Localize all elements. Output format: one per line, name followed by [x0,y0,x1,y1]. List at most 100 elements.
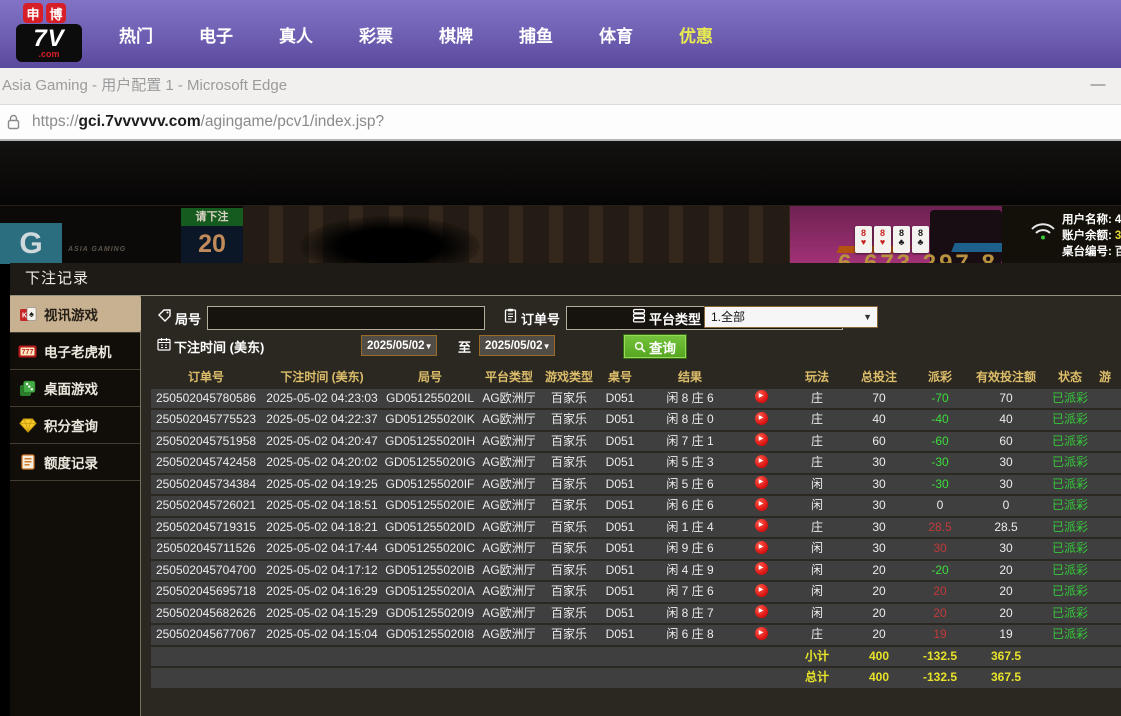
cell-valid: 40 [971,410,1041,430]
cell-result: 闲 6 庄 8 [643,625,737,645]
column-header-table: 桌号 [597,368,643,388]
play-video-icon[interactable]: ▶ [755,390,768,403]
cell-platform: AG欧洲厅 [477,518,541,538]
cell-status: 已派彩 [1041,539,1099,559]
cell-payout: -40 [909,410,971,430]
nav-item-8[interactable]: 优惠 [656,22,736,47]
cell-game: 百家乐 [541,625,597,645]
play-video-icon[interactable]: ▶ [755,519,768,532]
sidebar-item-label: 电子老虎机 [44,341,112,361]
cell-platform: AG欧洲厅 [477,410,541,430]
cell-extra [1099,518,1121,538]
cell-play: ▶ [737,410,785,430]
cell-method: 庄 [785,410,849,430]
cell-time: 2025-05-02 04:15:04 [261,625,383,645]
play-video-icon[interactable]: ▶ [755,412,768,425]
bet-countdown-panel: 请下注 20 [181,208,243,264]
svg-text:K: K [21,312,26,319]
cell-play: ▶ [737,518,785,538]
footer-cell-round [383,668,477,688]
player-info-row: 用户名称:400 [1062,212,1121,228]
sidebar-item-4[interactable]: 积分查询 [10,407,140,444]
logo-badges: 申 博 [23,3,90,23]
cell-round: GD051255020IF [383,475,477,495]
nav-item-7[interactable]: 体育 [576,22,656,47]
footer-cell-status [1041,668,1099,688]
sidebar-item-label: 桌面游戏 [44,378,98,398]
logo-tld: .com [38,50,59,59]
clipboard-icon [504,308,517,328]
logo-box: 7V .com [16,24,82,62]
column-header-order: 订单号 [151,368,261,388]
page-dark-area [0,141,1121,205]
column-header-payout: 派彩 [909,368,971,388]
nav-item-1[interactable]: 热门 [96,22,176,47]
cell-round: GD051255020ID [383,518,477,538]
date-to-select[interactable]: 2025/05/02 ▼ [479,335,555,356]
footer-cell-valid: 367.5 [971,668,1041,688]
nav-item-2[interactable]: 电子 [176,22,256,47]
bet-time-filter-label: 下注时间 (美东) [174,337,264,356]
play-video-icon[interactable]: ▶ [755,455,768,468]
cell-time: 2025-05-02 04:19:25 [261,475,383,495]
sidebar-item-1[interactable]: K♠ 视讯游戏 [10,296,140,333]
play-video-icon[interactable]: ▶ [755,627,768,640]
sidebar-item-5[interactable]: 额度记录 [10,444,140,481]
sidebar-item-label: 视讯游戏 [44,304,98,324]
table-row: 2505020457047002025-05-02 04:17:12GD0512… [151,561,1121,581]
footer-cell-order [151,668,261,688]
cell-play: ▶ [737,561,785,581]
footer-cell-result [643,647,737,667]
cell-table: D051 [597,582,643,602]
cell-platform: AG欧洲厅 [477,453,541,473]
cell-order: 250502045751958 [151,432,261,452]
cell-status: 已派彩 [1041,518,1099,538]
browser-url-bar[interactable]: https://gci.7vvvvvv.com/agingame/pcv1/in… [0,105,1121,141]
sidebar-item-3[interactable]: 桌面游戏 [10,370,140,407]
site-logo[interactable]: 申 博 7V .com [16,3,90,65]
nav-item-6[interactable]: 捕鱼 [496,22,576,47]
player-info-label: 桌台编号: [1062,246,1112,258]
play-video-icon[interactable]: ▶ [755,476,768,489]
cell-order: 250502045726021 [151,496,261,516]
play-video-icon[interactable]: ▶ [755,433,768,446]
nav-item-4[interactable]: 彩票 [336,22,416,47]
cell-round: GD051255020IG [383,453,477,473]
player-info-value: 3.3 [1115,230,1121,242]
play-video-icon[interactable]: ▶ [755,562,768,575]
url-text[interactable]: https://gci.7vvvvvv.com/agingame/pcv1/in… [32,105,384,138]
lock-icon [6,114,21,135]
sidebar-item-label: 额度记录 [44,452,98,472]
play-video-icon[interactable]: ▶ [755,584,768,597]
sidebar-item-2[interactable]: 777电子老虎机 [10,333,140,370]
player-info-value: 400 [1115,214,1121,226]
column-header-play [737,368,785,388]
play-video-icon[interactable]: ▶ [755,605,768,618]
cell-result: 闲 4 庄 9 [643,561,737,581]
cell-order: 250502045695718 [151,582,261,602]
minimize-button[interactable]: — [1081,68,1115,104]
nav-item-3[interactable]: 真人 [256,22,336,47]
cell-game: 百家乐 [541,389,597,409]
date-from-select[interactable]: 2025/05/02 ▼ [361,335,437,356]
play-video-icon[interactable]: ▶ [755,498,768,511]
cell-platform: AG欧洲厅 [477,496,541,516]
search-button[interactable]: 查询 [623,334,687,359]
footer-cell-valid: 367.5 [971,647,1041,667]
search-button-label: 查询 [649,337,676,357]
svg-text:♠: ♠ [29,309,34,319]
table-row: 2505020457193152025-05-02 04:18:21GD0512… [151,518,1121,538]
platform-select[interactable]: 1.全部 ▼ [704,306,878,328]
cell-valid: 0 [971,496,1041,516]
cell-status: 已派彩 [1041,604,1099,624]
play-video-icon[interactable]: ▶ [755,541,768,554]
footer-cell-payout: -132.5 [909,668,971,688]
table-row: 2505020457519582025-05-02 04:20:47GD0512… [151,432,1121,452]
footer-cell-table [597,668,643,688]
round-input[interactable] [207,306,485,330]
cell-table: D051 [597,475,643,495]
footer-cell-extra [1099,668,1121,688]
cell-status: 已派彩 [1041,625,1099,645]
nav-item-5[interactable]: 棋牌 [416,22,496,47]
cell-play: ▶ [737,453,785,473]
